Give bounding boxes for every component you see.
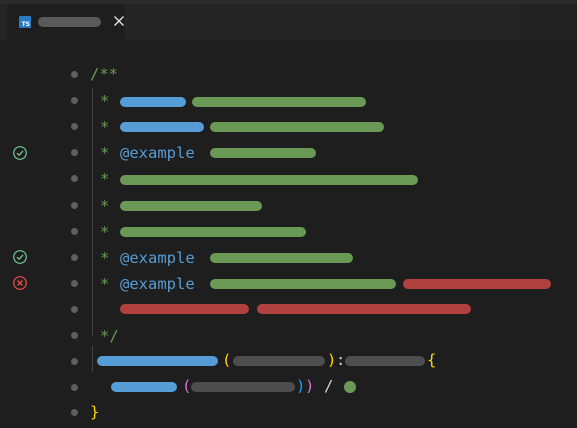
comment-text-placeholder	[120, 201, 262, 211]
gutter-dot[interactable]	[71, 384, 78, 391]
comment-text-placeholder	[120, 227, 306, 237]
tab-bar-actions-area	[520, 4, 577, 40]
division-operator: /	[324, 377, 334, 395]
gutter-dot[interactable]	[71, 306, 78, 313]
gutter-dot[interactable]	[71, 254, 78, 261]
code-editor[interactable]: /** * * * @example * * * * @example * @e…	[0, 40, 577, 428]
indent-guide	[92, 346, 93, 372]
gutter-dot[interactable]	[71, 202, 78, 209]
test-passed-icon[interactable]	[12, 145, 28, 161]
editor-tab[interactable]: TS	[7, 4, 125, 40]
comment-star: *	[100, 197, 110, 215]
comment-text-placeholder	[192, 97, 366, 107]
call-paren-close: )	[305, 377, 315, 395]
comment-text-placeholder	[210, 253, 353, 263]
comment-star: *	[100, 249, 110, 267]
indent-guide	[92, 88, 93, 336]
comment-star: *	[100, 118, 110, 136]
test-passed-icon[interactable]	[12, 249, 28, 265]
test-error-message-placeholder	[257, 304, 471, 314]
test-error-message-placeholder	[403, 279, 551, 289]
test-error-message-placeholder	[120, 304, 249, 314]
comment-star: *	[100, 275, 110, 293]
comment-text-placeholder	[210, 122, 384, 132]
example-tag: @example	[120, 144, 195, 162]
return-type-colon: :	[336, 351, 346, 369]
comment-star: *	[100, 223, 110, 241]
gutter-dot[interactable]	[71, 97, 78, 104]
typescript-file-icon: TS	[19, 16, 31, 28]
example-tag: @example	[120, 249, 195, 267]
gutter-dot[interactable]	[71, 332, 78, 339]
gutter-dot[interactable]	[71, 123, 78, 130]
close-icon[interactable]	[111, 13, 127, 29]
gutter-dot[interactable]	[71, 228, 78, 235]
return-type-placeholder	[345, 356, 425, 366]
tab-bar: TS	[0, 4, 577, 40]
comment-star: *	[100, 144, 110, 162]
parameter-placeholder	[233, 356, 325, 366]
comment-tag-placeholder	[120, 122, 204, 132]
gutter-dot[interactable]	[71, 71, 78, 78]
argument-placeholder	[191, 382, 295, 392]
example-tag: @example	[120, 275, 195, 293]
number-literal-placeholder	[344, 381, 356, 393]
gutter-dot[interactable]	[71, 409, 78, 416]
doc-comment-close: */	[100, 327, 119, 345]
function-name-placeholder	[97, 356, 218, 366]
param-paren-close: )	[327, 351, 337, 369]
test-failed-icon[interactable]	[12, 275, 28, 291]
comment-star: *	[100, 92, 110, 110]
inner-paren-close: )	[296, 377, 306, 395]
comment-star: *	[100, 170, 110, 188]
doc-comment-open: /**	[90, 65, 118, 83]
gutter-dot[interactable]	[71, 175, 78, 182]
call-paren-open: (	[182, 377, 192, 395]
brace-open: {	[427, 351, 437, 369]
comment-tag-placeholder	[120, 97, 186, 107]
comment-text-placeholder	[210, 279, 396, 289]
gutter-dot[interactable]	[71, 358, 78, 365]
comment-text-placeholder	[210, 148, 316, 158]
tab-title-placeholder	[38, 17, 101, 27]
call-name-placeholder	[111, 382, 177, 392]
brace-close: }	[90, 403, 100, 421]
comment-text-placeholder	[120, 175, 418, 185]
gutter-dot[interactable]	[71, 149, 78, 156]
gutter-dot[interactable]	[71, 280, 78, 287]
param-paren-open: (	[222, 351, 232, 369]
